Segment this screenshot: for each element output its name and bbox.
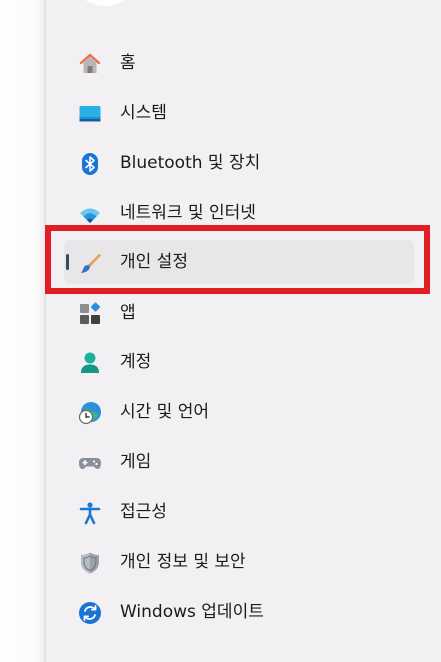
nav-item-home[interactable]: 홈	[64, 41, 414, 85]
nav-item-gaming[interactable]: 게임	[64, 440, 414, 484]
nav-item-label: 앱	[120, 303, 136, 323]
update-icon	[79, 602, 101, 624]
wifi-icon	[80, 208, 100, 223]
nav-item-label: 시스템	[120, 103, 167, 123]
nav-item-label: 시간 및 언어	[120, 402, 210, 422]
system-icon	[79, 106, 101, 122]
nav-item-network[interactable]: 네트워크 및 인터넷	[64, 191, 414, 235]
bluetooth-icon	[82, 153, 98, 175]
nav-item-label: 홈	[120, 53, 136, 73]
selection-indicator	[66, 254, 69, 270]
nav-item-label: 계정	[120, 352, 152, 372]
nav-item-windows-update[interactable]: Windows 업데이트	[64, 590, 414, 634]
brush-icon	[81, 253, 101, 273]
nav-item-label: 개인 설정	[120, 252, 188, 272]
nav-item-label: 게임	[120, 452, 152, 472]
nav-item-label: 개인 정보 및 보안	[120, 552, 246, 572]
gamepad-icon	[79, 458, 101, 469]
nav-item-time-language[interactable]: 시간 및 언어	[64, 390, 414, 434]
account-icon	[81, 352, 99, 373]
accessibility-icon	[79, 502, 101, 525]
nav-item-apps[interactable]: 앱	[64, 291, 414, 335]
nav-item-personalization[interactable]: 개인 설정	[64, 240, 414, 284]
nav-item-label: Windows 업데이트	[120, 602, 264, 622]
nav-item-label: Bluetooth 및 장치	[120, 153, 261, 173]
background-window-edge	[0, 0, 46, 662]
nav-item-bluetooth[interactable]: Bluetooth 및 장치	[64, 141, 414, 185]
shield-icon	[81, 552, 99, 574]
nav-item-label: 접근성	[120, 502, 167, 522]
nav-item-accounts[interactable]: 계정	[64, 340, 414, 384]
nav-item-label: 네트워크 및 인터넷	[120, 203, 256, 223]
nav-item-accessibility[interactable]: 접근성	[64, 490, 414, 534]
home-icon	[79, 53, 101, 73]
time-language-icon	[78, 402, 101, 425]
apps-icon	[80, 302, 101, 324]
nav-item-privacy-security[interactable]: 개인 정보 및 보안	[64, 540, 414, 584]
nav-item-system[interactable]: 시스템	[64, 91, 414, 135]
